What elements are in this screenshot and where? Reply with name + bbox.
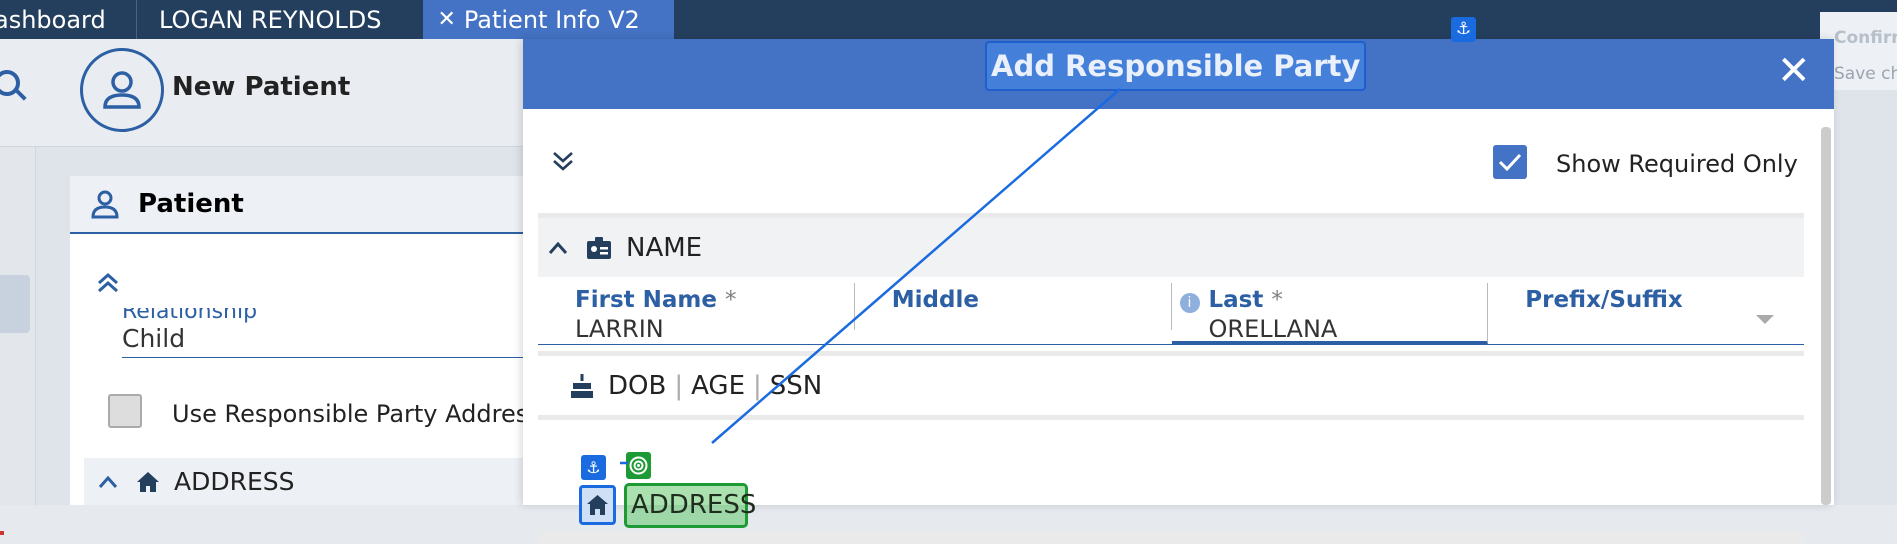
prefix-suffix-field[interactable]: Prefix/Suffix [1488,283,1804,330]
chevron-double-up-icon[interactable] [96,272,120,294]
patient-address-section[interactable]: ADDRESS [84,458,570,505]
left-rail-selected-item[interactable] [0,275,30,333]
required-marker: * [724,287,737,313]
name-fields-row: First Name * LARRIN Middle i Last * OREL… [538,277,1804,345]
tab-label: ashboard [0,5,106,34]
patient-card-header: Patient [70,176,570,234]
tab-label: LOGAN REYNOLDS [159,5,382,34]
address-section-title: ADDRESS [624,483,756,528]
check-icon [1498,153,1522,172]
patient-address-title: ADDRESS [174,467,295,496]
separator: | [674,370,684,401]
chevron-double-down-icon[interactable] [551,149,575,173]
last-name-value: ORELLANA [1208,315,1338,343]
anchor-icon: ⚓ [1451,17,1476,42]
left-rail [0,147,36,535]
address-section-header[interactable]: ⚓ ADDRESS [538,415,1804,528]
separator: | [753,370,762,401]
first-name-value: LARRIN [575,315,664,343]
anchor-icon: ⚓ [581,455,606,480]
tab-patient-info-v2[interactable]: ✕ Patient Info V2 [423,0,675,39]
patient-card: Patient Relationship Child Use Responsib… [70,176,572,505]
page-title: New Patient [172,72,351,102]
patient-card-title: Patient [138,189,244,219]
required-marker: * [1271,287,1283,313]
confirm-title: Confirm [1834,28,1897,48]
modal-scrollbar[interactable] [1821,127,1831,505]
name-section-header[interactable]: NAME [538,213,1804,277]
use-rp-address-label: Use Responsible Party Address [172,400,541,428]
tab-bar: ashboard LOGAN REYNOLDS ✕ Patient Info V2 [0,0,1897,39]
last-name-label: Last [1208,287,1264,313]
tab-label: Patient Info V2 [463,5,640,34]
age-label: AGE [691,370,745,401]
add-responsible-party-modal: Add Responsible Party ⚓ ✕ Show Required … [523,17,1834,544]
modal-header: Add Responsible Party ⚓ ✕ [523,17,1834,109]
info-icon[interactable]: i [1179,293,1200,313]
home-icon [579,485,616,525]
user-icon [91,190,119,219]
first-name-field[interactable]: First Name * LARRIN [538,283,855,343]
confirm-subtitle: Save ch [1834,64,1897,84]
section-divider [538,531,1804,544]
dropdown-caret-icon[interactable] [1756,315,1774,324]
use-rp-address-checkbox[interactable] [108,394,142,428]
cake-icon [571,373,593,398]
dob-label: DOB [608,370,667,401]
tab-logan-reynolds[interactable]: LOGAN REYNOLDS [136,0,403,39]
middle-name-value [892,315,1171,343]
search-icon[interactable] [0,70,20,96]
target-icon [626,452,651,479]
dob-section-header[interactable]: DOB | AGE | SSN [538,351,1804,415]
home-icon [137,471,159,492]
show-required-label: Show Required Only [1556,150,1798,178]
id-card-icon [587,236,611,259]
chevron-up-icon[interactable] [98,475,118,489]
tab-dashboard[interactable]: ashboard [0,0,136,39]
last-name-field[interactable]: i Last * ORELLANA [1171,283,1489,345]
close-icon[interactable]: ✕ [1777,47,1811,95]
show-required-checkbox[interactable] [1493,145,1527,179]
modal-title: Add Responsible Party ⚓ [985,17,1476,91]
relationship-value: Child [122,324,186,353]
relationship-field[interactable]: Relationship Child [122,308,572,358]
middle-name-label: Middle [891,287,979,313]
relationship-label: Relationship [122,308,258,324]
avatar [80,48,164,132]
left-rail-indicator [0,531,4,535]
chevron-up-icon[interactable] [548,241,568,255]
modal-title-text: Add Responsible Party [991,49,1361,83]
ssn-label: SSN [769,370,823,401]
name-section-title: NAME [626,232,703,263]
user-icon [103,71,141,109]
tab-close-icon[interactable]: ✕ [437,7,455,32]
first-name-label: First Name [575,287,717,313]
prefix-suffix-label: Prefix/Suffix [1525,287,1683,313]
middle-name-field[interactable]: Middle [855,283,1172,330]
